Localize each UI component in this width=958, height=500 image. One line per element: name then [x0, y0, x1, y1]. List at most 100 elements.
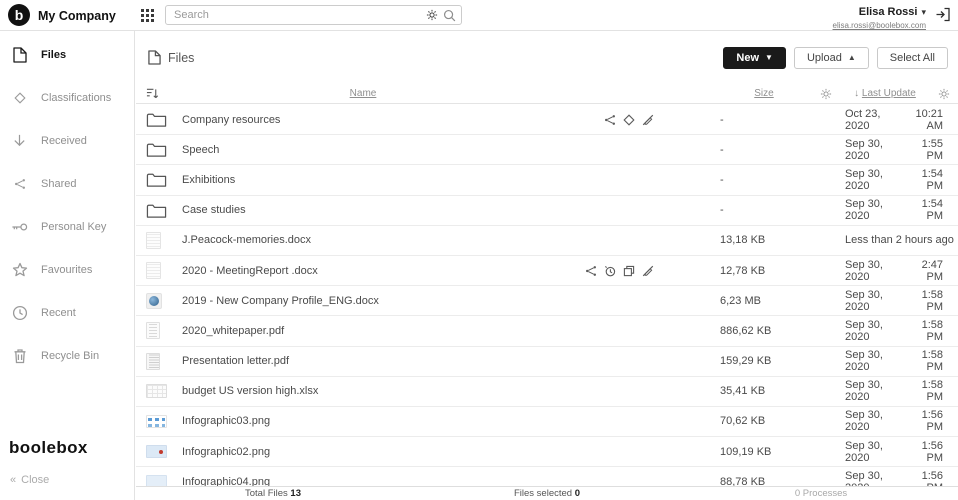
file-size: - — [664, 114, 778, 126]
column-settings-icon[interactable] — [820, 88, 832, 100]
file-size: - — [664, 144, 778, 156]
table-header: Name Size ↓ Last Update — [136, 84, 958, 104]
processes: 0 Processes — [684, 488, 958, 499]
logout-icon[interactable] — [935, 7, 951, 22]
page-title-label: Files — [168, 51, 194, 65]
search-settings-icon[interactable] — [426, 9, 438, 21]
search-bar — [165, 5, 462, 25]
last-update: Sep 30, 20202:47 PM — [778, 259, 958, 283]
user-menu[interactable]: Elisa Rossi▾ elisa.rossi@boolebox.com — [833, 2, 927, 30]
file-name: 2020_whitepaper.pdf — [182, 325, 284, 337]
column-header-last-update[interactable]: ↓ Last Update — [854, 88, 916, 99]
sidebar-item-label: Files — [41, 49, 66, 61]
table-row[interactable]: Exhibitions -Sep 30, 20201:54 PM — [136, 165, 958, 195]
file-size: 12,78 KB — [664, 265, 778, 277]
sidebar-item-files[interactable]: Files — [0, 33, 134, 76]
sort-list-icon[interactable] — [146, 87, 182, 100]
file-thumbnail — [146, 415, 167, 428]
file-thumbnail-cell — [146, 353, 182, 370]
last-update: Sep 30, 20201:58 PM — [778, 289, 958, 313]
last-update: Sep 30, 20201:58 PM — [778, 349, 958, 373]
select-all-button[interactable]: Select All — [877, 47, 948, 69]
file-thumbnail — [146, 262, 161, 279]
file-size: - — [664, 204, 778, 216]
folder-icon — [146, 202, 182, 219]
file-thumbnail-cell — [146, 262, 182, 279]
file-thumbnail — [146, 353, 160, 370]
table-row[interactable]: budget US version high.xlsx35,41 KBSep 3… — [136, 377, 958, 407]
file-thumbnail — [146, 445, 167, 458]
clock-icon — [10, 305, 29, 321]
chevron-down-icon: ▾ — [921, 7, 926, 17]
no-edit-icon — [642, 114, 654, 126]
table-row[interactable]: Company resources-Oct 23, 202010:21 AM — [136, 105, 958, 135]
file-size: - — [664, 174, 778, 186]
file-name: Company resources — [182, 114, 280, 126]
last-update: Sep 30, 20201:56 PM — [778, 440, 958, 464]
file-name: 2020 - MeetingReport .docx — [182, 265, 318, 277]
file-size: 886,62 KB — [664, 325, 778, 337]
received-icon — [10, 133, 29, 149]
user-name: Elisa Rossi — [859, 6, 918, 18]
apps-grid-icon[interactable] — [141, 9, 154, 22]
caret-down-icon: ▼ — [765, 54, 773, 62]
folder-icon — [146, 141, 182, 158]
last-update: Sep 30, 20201:54 PM — [778, 168, 958, 192]
sidebar-item-favourites[interactable]: Favourites — [0, 248, 134, 291]
table-row[interactable]: Case studies-Sep 30, 20201:54 PM — [136, 196, 958, 226]
file-list: Company resources-Oct 23, 202010:21 AMSp… — [136, 105, 958, 500]
last-update: Sep 30, 20201:56 PM — [778, 409, 958, 433]
sidebar-collapse-button[interactable]: « Close — [10, 474, 49, 486]
sidebar-item-received[interactable]: Received — [0, 119, 134, 162]
sidebar-item-label: Favourites — [41, 264, 92, 276]
sidebar-item-label: Recycle Bin — [41, 350, 99, 362]
file-name: Exhibitions — [182, 174, 235, 186]
copies-icon — [623, 265, 635, 277]
column-header-name[interactable]: Name — [350, 88, 377, 99]
search-icon[interactable] — [443, 9, 456, 22]
table-row[interactable]: 2020_whitepaper.pdf 886,62 KBSep 30, 2020… — [136, 316, 958, 346]
sidebar: Files ClassificationsReceived Shared Person… — [0, 31, 135, 500]
sidebar-item-label: Personal Key — [41, 221, 106, 233]
search-input[interactable] — [165, 5, 462, 25]
sidebar-item-classifications[interactable]: Classifications — [0, 76, 134, 119]
table-row[interactable]: Presentation letter.pdf159,29 KBSep 30, … — [136, 347, 958, 377]
user-email[interactable]: elisa.rossi@boolebox.com — [833, 21, 927, 30]
column-header-size[interactable]: Size — [754, 88, 773, 99]
row-badges — [604, 114, 654, 126]
table-row[interactable]: J.Peacock-memories.docx13,18 KBLess than… — [136, 226, 958, 256]
file-thumbnail-cell — [146, 293, 182, 309]
top-bar: b My Company Elisa Rossi▾ elisa.rossi@bo… — [0, 0, 958, 31]
shared-icon — [10, 178, 29, 190]
upload-button[interactable]: Upload▲ — [794, 47, 869, 69]
table-row[interactable]: Speech-Sep 30, 20201:55 PM — [136, 135, 958, 165]
table-row[interactable]: Infographic02.png109,19 KBSep 30, 20201:… — [136, 437, 958, 467]
file-name: Infographic03.png — [182, 415, 270, 427]
row-badges — [585, 265, 654, 277]
total-files: Total Files 13 — [136, 488, 410, 499]
sidebar-item-recent[interactable]: Recent — [0, 291, 134, 334]
file-size: 6,23 MB — [664, 295, 778, 307]
status-bar: Total Files 13 Files selected 0 0 Proces… — [136, 486, 958, 500]
table-row[interactable]: Infographic03.png70,62 KBSep 30, 20201:5… — [136, 407, 958, 437]
sidebar-item-label: Shared — [41, 178, 76, 190]
last-update: Sep 30, 20201:58 PM — [778, 319, 958, 343]
table-row[interactable]: 2019 - New Company Profile_ENG.docx 6,23 … — [136, 286, 958, 316]
file-thumbnail-cell — [146, 415, 182, 428]
shared-icon — [604, 114, 616, 126]
file-name: 2019 - New Company Profile_ENG.docx — [182, 295, 379, 307]
sidebar-item-shared[interactable]: Shared — [0, 162, 134, 205]
toolbar: New▼ Upload▲ Select All — [715, 47, 948, 69]
sidebar-item-personal-key[interactable]: Personal Key — [0, 205, 134, 248]
new-button[interactable]: New▼ — [723, 47, 786, 69]
main-content: Files New▼ Upload▲ Select All Name Size … — [136, 31, 958, 500]
file-name: Infographic02.png — [182, 446, 270, 458]
table-row[interactable]: 2020 - MeetingReport .docx 12,78 KBSep 30… — [136, 256, 958, 286]
file-size: 13,18 KB — [664, 234, 778, 246]
boolebox-logo-icon[interactable]: b — [8, 4, 30, 26]
file-icon — [148, 50, 161, 65]
sidebar-item-recycle-bin[interactable]: Recycle Bin — [0, 334, 134, 377]
file-icon — [10, 47, 29, 63]
column-settings-icon[interactable] — [938, 88, 950, 100]
no-edit-icon — [642, 265, 654, 277]
